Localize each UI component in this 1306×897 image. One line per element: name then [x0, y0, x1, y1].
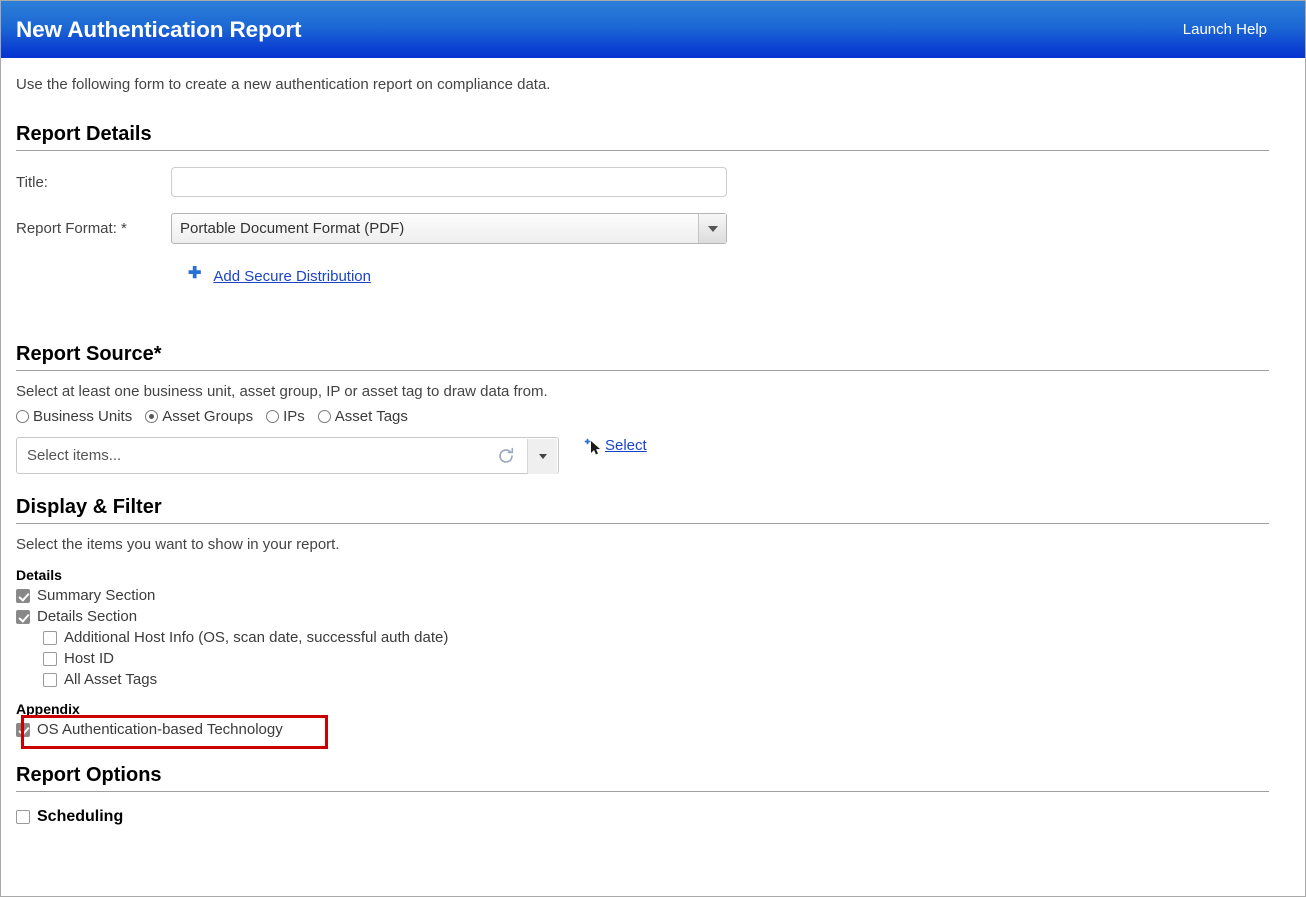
plus-icon: ✚: [188, 264, 202, 282]
checkbox-details-section[interactable]: Details Section: [16, 608, 1290, 625]
checkbox-label: Summary Section: [37, 587, 156, 604]
title-field-row: Title:: [16, 167, 1290, 197]
section-divider: [16, 370, 1269, 371]
select-link[interactable]: Select: [605, 437, 647, 454]
radio-asset-tags[interactable]: Asset Tags: [317, 408, 408, 425]
select-link-wrap: Select: [583, 437, 647, 458]
new-authentication-report-page: New Authentication Report Launch Help Us…: [0, 0, 1306, 897]
intro-text: Use the following form to create a new a…: [16, 76, 551, 93]
page-title: New Authentication Report: [16, 16, 302, 42]
section-heading-report-source: Report Source*: [16, 343, 162, 365]
checkbox-unchecked-icon: [43, 630, 57, 645]
checkbox-checked-icon: [16, 588, 30, 603]
checkbox-scheduling[interactable]: Scheduling: [16, 808, 1290, 826]
radio-label: IPs: [283, 408, 305, 425]
checkbox-os-authentication-based-technology[interactable]: OS Authentication-based Technology: [16, 721, 1290, 738]
chevron-down-icon[interactable]: [698, 214, 726, 243]
section-heading-display-filter: Display & Filter: [16, 496, 162, 518]
radio-circle-selected-icon: [145, 410, 159, 423]
report-source-radio-group: Business Units Asset Groups IPs Asset Ta…: [16, 408, 1290, 425]
form-content: Use the following form to create a new a…: [1, 58, 1305, 826]
checkbox-label: All Asset Tags: [64, 671, 158, 688]
radio-business-units[interactable]: Business Units: [16, 408, 132, 425]
add-secure-distribution-row: ✚ Add Secure Distribution: [16, 264, 1290, 285]
radio-label: Asset Groups: [162, 408, 254, 425]
section-divider: [16, 150, 1269, 151]
display-filter-description: Select the items you want to show in you…: [16, 536, 340, 553]
checkbox-label: Additional Host Info (OS, scan date, suc…: [64, 629, 449, 646]
report-format-select[interactable]: Portable Document Format (PDF): [171, 213, 727, 244]
radio-label: Asset Tags: [334, 408, 408, 425]
radio-label: Business Units: [33, 408, 133, 425]
page-header: New Authentication Report Launch Help: [1, 1, 1305, 58]
caret-glyph: [707, 225, 718, 232]
radio-circle-icon: [266, 410, 280, 423]
checkbox-checked-icon: [16, 722, 30, 737]
title-label: Title:: [16, 173, 48, 191]
select-items-placeholder: Select items...: [27, 447, 122, 464]
checkbox-additional-host-info[interactable]: Additional Host Info (OS, scan date, suc…: [43, 629, 1290, 646]
report-source-picker-row: Select items... Select: [16, 437, 1290, 474]
title-input[interactable]: [171, 167, 727, 197]
checkbox-host-id[interactable]: Host ID: [43, 650, 1290, 667]
checkbox-label: Host ID: [64, 650, 115, 667]
appendix-block: Appendix OS Authentication-based Technol…: [16, 701, 1290, 749]
cursor-plus-icon: [583, 438, 603, 458]
radio-asset-groups[interactable]: Asset Groups: [145, 408, 253, 425]
checkbox-label: Details Section: [37, 608, 138, 625]
section-heading-report-details: Report Details: [16, 123, 152, 145]
section-divider: [16, 791, 1269, 792]
select-items-input[interactable]: Select items...: [16, 437, 559, 474]
checkbox-summary-section[interactable]: Summary Section: [16, 587, 1290, 604]
checkbox-label: OS Authentication-based Technology: [37, 721, 283, 738]
checkbox-unchecked-icon: [16, 810, 30, 824]
radio-circle-icon: [16, 410, 29, 423]
radio-ips[interactable]: IPs: [266, 408, 305, 425]
chevron-down-icon[interactable]: [527, 439, 557, 474]
report-source-description: Select at least one business unit, asset…: [16, 383, 548, 400]
radio-circle-icon: [317, 410, 331, 423]
report-format-label: Report Format: *: [16, 220, 127, 237]
section-divider: [16, 523, 1269, 524]
refresh-icon[interactable]: [496, 446, 516, 466]
report-format-row: Report Format: * Portable Document Forma…: [16, 213, 1290, 244]
caret-glyph: [538, 454, 547, 459]
launch-help-link[interactable]: Launch Help: [1183, 21, 1267, 38]
details-group-label: Details: [16, 567, 62, 583]
add-secure-distribution-link[interactable]: Add Secure Distribution: [213, 268, 371, 285]
checkbox-unchecked-icon: [43, 672, 57, 687]
checkbox-all-asset-tags[interactable]: All Asset Tags: [43, 671, 1290, 688]
section-heading-report-options: Report Options: [16, 764, 162, 786]
checkbox-checked-icon: [16, 609, 30, 624]
checkbox-label: Scheduling: [37, 808, 124, 825]
report-format-value[interactable]: Portable Document Format (PDF): [171, 213, 727, 244]
checkbox-unchecked-icon: [43, 651, 57, 666]
appendix-group-label: Appendix: [16, 701, 80, 717]
